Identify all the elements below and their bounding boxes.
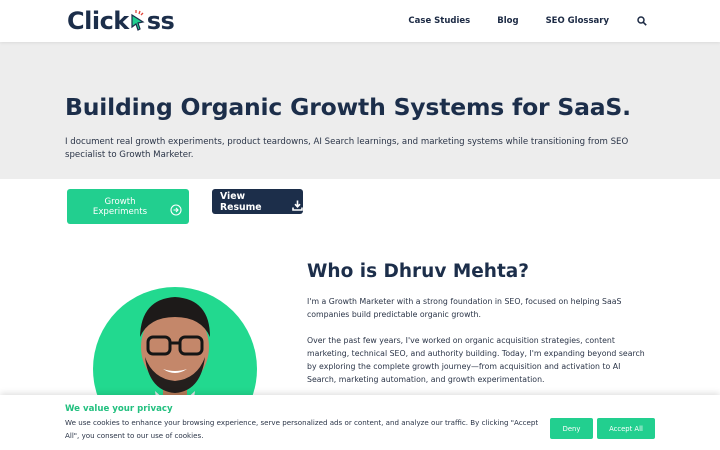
nav-seo-glossary[interactable]: SEO Glossary — [546, 16, 609, 26]
arrow-right-circle-icon — [170, 201, 182, 216]
cookie-text: We use cookies to enhance your browsing … — [65, 418, 539, 440]
about-title: Who is Dhruv Mehta? — [307, 261, 530, 282]
cookie-title: We value your privacy — [65, 404, 173, 414]
about-paragraph-2: Over the past few years, I've worked on … — [307, 336, 645, 384]
nav-blog[interactable]: Blog — [497, 16, 518, 26]
hero-title: Building Organic Growth Systems for SaaS… — [65, 93, 631, 121]
cookie-banner: We value your privacy We use cookies to … — [0, 395, 720, 450]
hero-subtitle: I document real growth experiments, prod… — [65, 137, 629, 160]
about-paragraph-1: I'm a Growth Marketer with a strong foun… — [307, 297, 622, 319]
growth-experiments-button[interactable]: Growth Experiments — [67, 189, 189, 224]
growth-experiments-label: Growth Experiments — [92, 196, 148, 217]
view-resume-button[interactable]: View Resume — [212, 189, 303, 214]
main-nav: Case Studies Blog SEO Glossary — [408, 0, 648, 42]
logo-text-right: ss — [146, 7, 175, 35]
accept-all-button[interactable]: Accept All — [597, 418, 655, 439]
cursor-icon — [130, 10, 146, 32]
site-header: Click ss Case Studies Blog SEO Glossary — [0, 0, 720, 42]
view-resume-label: View Resume — [220, 190, 262, 213]
download-icon — [292, 196, 303, 211]
site-logo[interactable]: Click ss — [67, 7, 175, 35]
nav-case-studies[interactable]: Case Studies — [408, 16, 470, 26]
deny-button[interactable]: Deny — [550, 418, 593, 439]
search-icon[interactable] — [636, 15, 648, 27]
logo-wordmark: Click ss — [67, 7, 175, 35]
hero-section: Building Organic Growth Systems for SaaS… — [0, 42, 720, 179]
logo-text-left: Click — [67, 7, 129, 35]
